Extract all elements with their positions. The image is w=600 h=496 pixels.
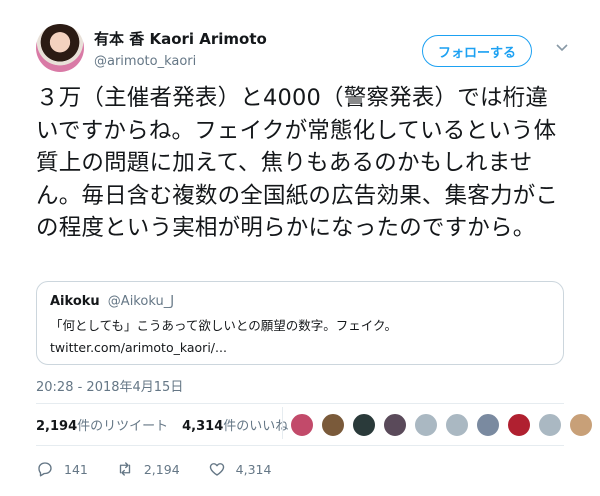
likes-count: 4,314 <box>182 419 224 434</box>
divider <box>36 445 564 446</box>
tweet-actions: 141 2,194 4,314 <box>36 460 299 478</box>
liker-avatar[interactable] <box>321 413 345 437</box>
author-info[interactable]: 有本 香 Kaori Arimoto @arimoto_kaori <box>94 28 267 69</box>
divider <box>36 403 564 404</box>
quoted-author-handle: @Aikoku_J <box>107 294 175 309</box>
likes-label: 件のいいね <box>223 419 289 434</box>
liker-avatars <box>290 413 600 437</box>
retweets-count: 2,194 <box>36 419 78 434</box>
retweet-button[interactable]: 2,194 <box>116 460 180 478</box>
retweets-stat[interactable]: 2,194件のリツイート <box>36 415 168 434</box>
engagement-stats: 2,194件のリツイート 4,314件のいいね <box>36 415 302 434</box>
follow-button[interactable]: フォローする <box>422 35 532 67</box>
liker-avatar[interactable] <box>476 413 500 437</box>
liker-avatar[interactable] <box>507 413 531 437</box>
reply-button[interactable]: 141 <box>36 460 88 478</box>
likes-stat[interactable]: 4,314件のいいね <box>182 415 288 434</box>
author-handle[interactable]: @arimoto_kaori <box>94 54 267 69</box>
quoted-tweet-header: Aikoku @Aikoku_J <box>50 294 551 309</box>
liker-avatar[interactable] <box>352 413 376 437</box>
quoted-author-name: Aikoku <box>50 294 100 309</box>
tweet-header: 有本 香 Kaori Arimoto @arimoto_kaori フォローする <box>36 22 576 78</box>
liker-avatar[interactable] <box>383 413 407 437</box>
quoted-tweet-link[interactable]: twitter.com/arimoto_kaori/... <box>50 340 551 355</box>
heart-icon <box>209 463 224 476</box>
reply-count: 141 <box>64 461 88 477</box>
liker-avatar[interactable] <box>569 413 593 437</box>
quoted-tweet[interactable]: Aikoku @Aikoku_J 「何としても」こうあって欲しいとの願望の数字。… <box>36 281 564 365</box>
liker-avatar[interactable] <box>414 413 438 437</box>
liker-avatar[interactable] <box>290 413 314 437</box>
retweet-count: 2,194 <box>143 461 180 477</box>
chevron-down-icon[interactable] <box>554 40 570 56</box>
liker-avatar[interactable] <box>445 413 469 437</box>
like-count: 4,314 <box>235 461 272 477</box>
stats-separator <box>282 407 283 439</box>
reply-icon <box>38 462 52 477</box>
retweet-icon <box>119 462 131 476</box>
retweets-label: 件のリツイート <box>77 419 169 434</box>
like-button[interactable]: 4,314 <box>208 460 272 478</box>
tweet-timestamp[interactable]: 20:28 - 2018年4月15日 <box>36 376 183 395</box>
tweet-text: ３万（主催者発表）と4000（警察発表）では桁違いですからね。フェイクが常態化し… <box>36 85 559 241</box>
author-display-name[interactable]: 有本 香 Kaori Arimoto <box>94 28 267 49</box>
author-avatar[interactable] <box>36 24 84 72</box>
quoted-tweet-text: 「何としても」こうあって欲しいとの願望の数字。フェイク。 <box>50 318 398 333</box>
liker-avatar[interactable] <box>538 413 562 437</box>
